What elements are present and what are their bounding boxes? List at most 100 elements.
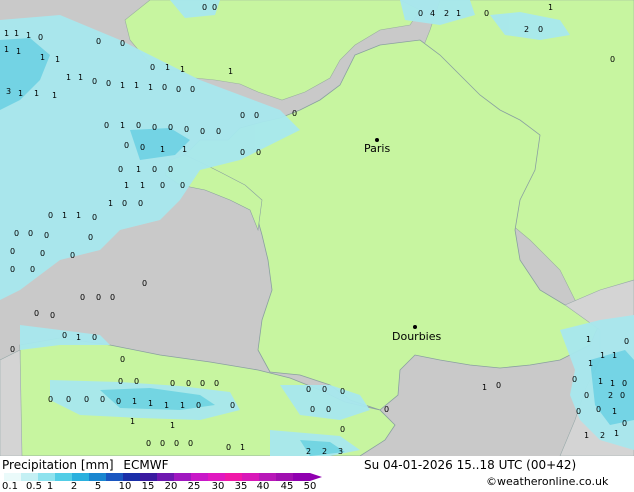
svg-text:1: 1: [76, 211, 81, 220]
svg-text:0: 0: [620, 391, 625, 400]
svg-text:0: 0: [96, 37, 101, 46]
svg-text:0: 0: [124, 141, 129, 150]
svg-text:0: 0: [572, 375, 577, 384]
scale-tick-label: 20: [164, 481, 178, 492]
forecast-datetime: Su 04-01-2026 15..18 UTC (00+42): [364, 458, 577, 472]
svg-text:1: 1: [614, 429, 619, 438]
svg-text:3: 3: [338, 447, 343, 456]
svg-text:0: 0: [92, 213, 97, 222]
svg-text:0: 0: [50, 311, 55, 320]
svg-text:0: 0: [340, 425, 345, 434]
scale-tick-label: 25: [187, 481, 201, 492]
svg-text:1: 1: [16, 47, 21, 56]
svg-text:0: 0: [200, 379, 205, 388]
svg-text:0: 0: [418, 9, 423, 18]
svg-text:0: 0: [254, 111, 259, 120]
svg-text:0: 0: [14, 229, 19, 238]
svg-text:0: 0: [66, 395, 71, 404]
scale-tick-label: 0.1: [2, 481, 18, 492]
svg-text:1: 1: [180, 401, 185, 410]
svg-text:0: 0: [120, 39, 125, 48]
svg-text:0: 0: [202, 3, 207, 12]
svg-text:0: 0: [136, 121, 141, 130]
svg-text:0: 0: [162, 83, 167, 92]
svg-text:0: 0: [624, 337, 629, 346]
svg-text:0: 0: [170, 379, 175, 388]
svg-text:0: 0: [168, 165, 173, 174]
svg-text:1: 1: [610, 379, 615, 388]
svg-text:1: 1: [140, 181, 145, 190]
svg-text:0: 0: [292, 109, 297, 118]
scale-swatch: [293, 473, 310, 481]
svg-text:0: 0: [214, 379, 219, 388]
svg-text:1: 1: [182, 145, 187, 154]
svg-text:0: 0: [152, 165, 157, 174]
site-credit[interactable]: ©weatheronline.co.uk: [486, 475, 608, 488]
svg-text:0: 0: [256, 148, 261, 157]
scale-swatch: [89, 473, 106, 481]
legend-title: Precipitation [mm] ECMWF: [2, 458, 168, 472]
svg-text:2: 2: [600, 431, 605, 440]
scale-swatch: [72, 473, 89, 481]
svg-text:1: 1: [78, 73, 83, 82]
svg-text:0: 0: [152, 123, 157, 132]
scale-swatch: [157, 473, 174, 481]
precipitation-map: 1110 1111 3111 1100 1110 0000 0111 0100 …: [0, 0, 634, 456]
svg-text:0: 0: [104, 121, 109, 130]
svg-text:1: 1: [164, 401, 169, 410]
svg-text:1: 1: [120, 121, 125, 130]
svg-text:1: 1: [136, 165, 141, 174]
svg-text:1: 1: [130, 417, 135, 426]
scale-tick-label: 1: [46, 481, 54, 492]
svg-text:1: 1: [598, 377, 603, 386]
svg-text:0: 0: [122, 199, 127, 208]
svg-text:1: 1: [180, 65, 185, 74]
svg-text:0: 0: [310, 405, 315, 414]
scale-swatch: [140, 473, 157, 481]
svg-text:0: 0: [196, 401, 201, 410]
svg-text:1: 1: [55, 55, 60, 64]
svg-text:0: 0: [106, 79, 111, 88]
scale-tick-label: 2: [70, 481, 78, 492]
svg-text:0: 0: [62, 331, 67, 340]
scale-end-arrow: [310, 473, 322, 481]
scale-swatch: [259, 473, 276, 481]
svg-text:1: 1: [586, 335, 591, 344]
svg-text:0: 0: [110, 293, 115, 302]
svg-text:1: 1: [600, 351, 605, 360]
svg-text:0: 0: [88, 233, 93, 242]
svg-text:1: 1: [160, 145, 165, 154]
svg-text:1: 1: [165, 63, 170, 72]
svg-text:1: 1: [14, 29, 19, 38]
scale-swatch: [21, 473, 38, 481]
svg-text:0: 0: [40, 249, 45, 258]
svg-text:0: 0: [610, 55, 615, 64]
city-marker-dourbies: [413, 325, 417, 329]
svg-text:0: 0: [118, 165, 123, 174]
svg-text:1: 1: [456, 9, 461, 18]
svg-text:0: 0: [484, 9, 489, 18]
svg-text:1: 1: [4, 45, 9, 54]
svg-text:0: 0: [10, 247, 15, 256]
svg-text:0: 0: [150, 63, 155, 72]
svg-text:0: 0: [496, 381, 501, 390]
model-name: ECMWF: [123, 458, 169, 472]
svg-text:0: 0: [160, 439, 165, 448]
svg-text:1: 1: [612, 407, 617, 416]
svg-text:0: 0: [84, 395, 89, 404]
svg-text:0: 0: [176, 85, 181, 94]
scale-tick-label: 35: [234, 481, 248, 492]
scale-swatch: [208, 473, 225, 481]
svg-text:0: 0: [188, 439, 193, 448]
svg-text:3: 3: [6, 87, 11, 96]
svg-text:0: 0: [230, 401, 235, 410]
svg-text:0: 0: [116, 397, 121, 406]
svg-text:0: 0: [596, 405, 601, 414]
svg-text:1: 1: [108, 199, 113, 208]
scale-tick-label: 40: [256, 481, 270, 492]
svg-text:0: 0: [92, 77, 97, 86]
svg-text:2: 2: [306, 447, 311, 456]
svg-text:1: 1: [26, 31, 31, 40]
svg-text:0: 0: [622, 379, 627, 388]
map-canvas: 1110 1 11 1 3111 1100 1110 0 00 0 0111 0100 …: [0, 0, 634, 456]
